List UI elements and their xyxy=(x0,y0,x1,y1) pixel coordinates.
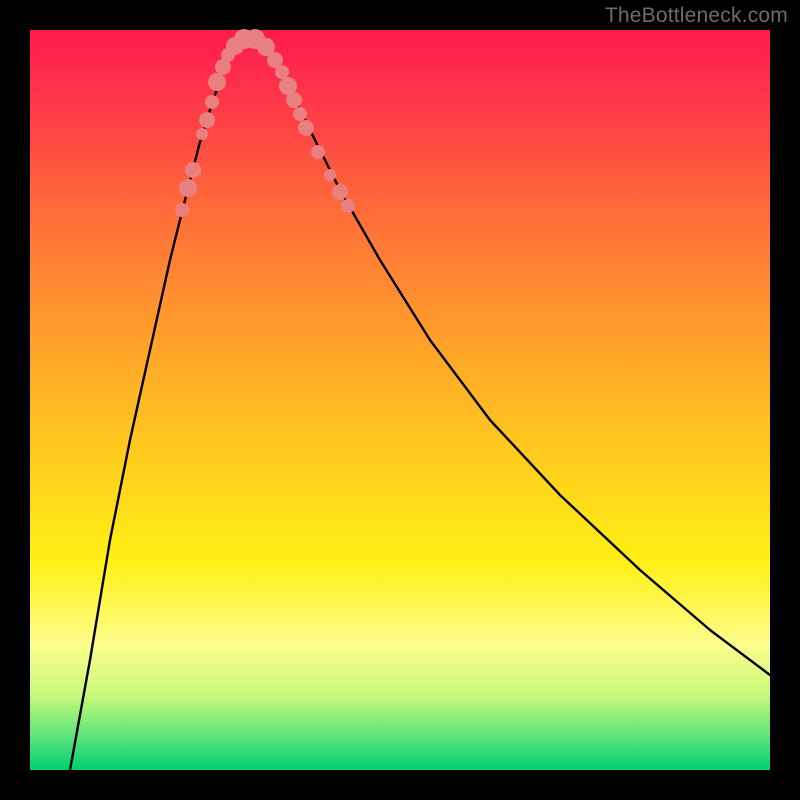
curve-marker xyxy=(185,162,201,178)
curve-marker xyxy=(341,199,355,213)
chart-svg xyxy=(30,30,770,770)
watermark-text: TheBottleneck.com xyxy=(605,4,788,28)
curve-marker xyxy=(179,179,197,197)
curve-marker xyxy=(175,203,189,217)
curve-marker xyxy=(275,65,289,79)
chart-frame: TheBottleneck.com xyxy=(0,0,800,800)
curve-marker xyxy=(332,184,348,200)
curve-markers xyxy=(175,29,355,217)
curve-marker xyxy=(196,128,208,140)
curve-marker xyxy=(208,73,226,91)
curve-marker xyxy=(324,169,336,181)
curve-marker xyxy=(293,107,307,121)
curve-marker xyxy=(205,95,219,109)
curve-marker xyxy=(298,120,314,136)
curve-marker xyxy=(199,112,215,128)
curve-marker xyxy=(286,92,302,108)
curve-marker xyxy=(311,145,325,159)
plot-background xyxy=(30,30,770,770)
bottleneck-curve xyxy=(70,38,770,770)
